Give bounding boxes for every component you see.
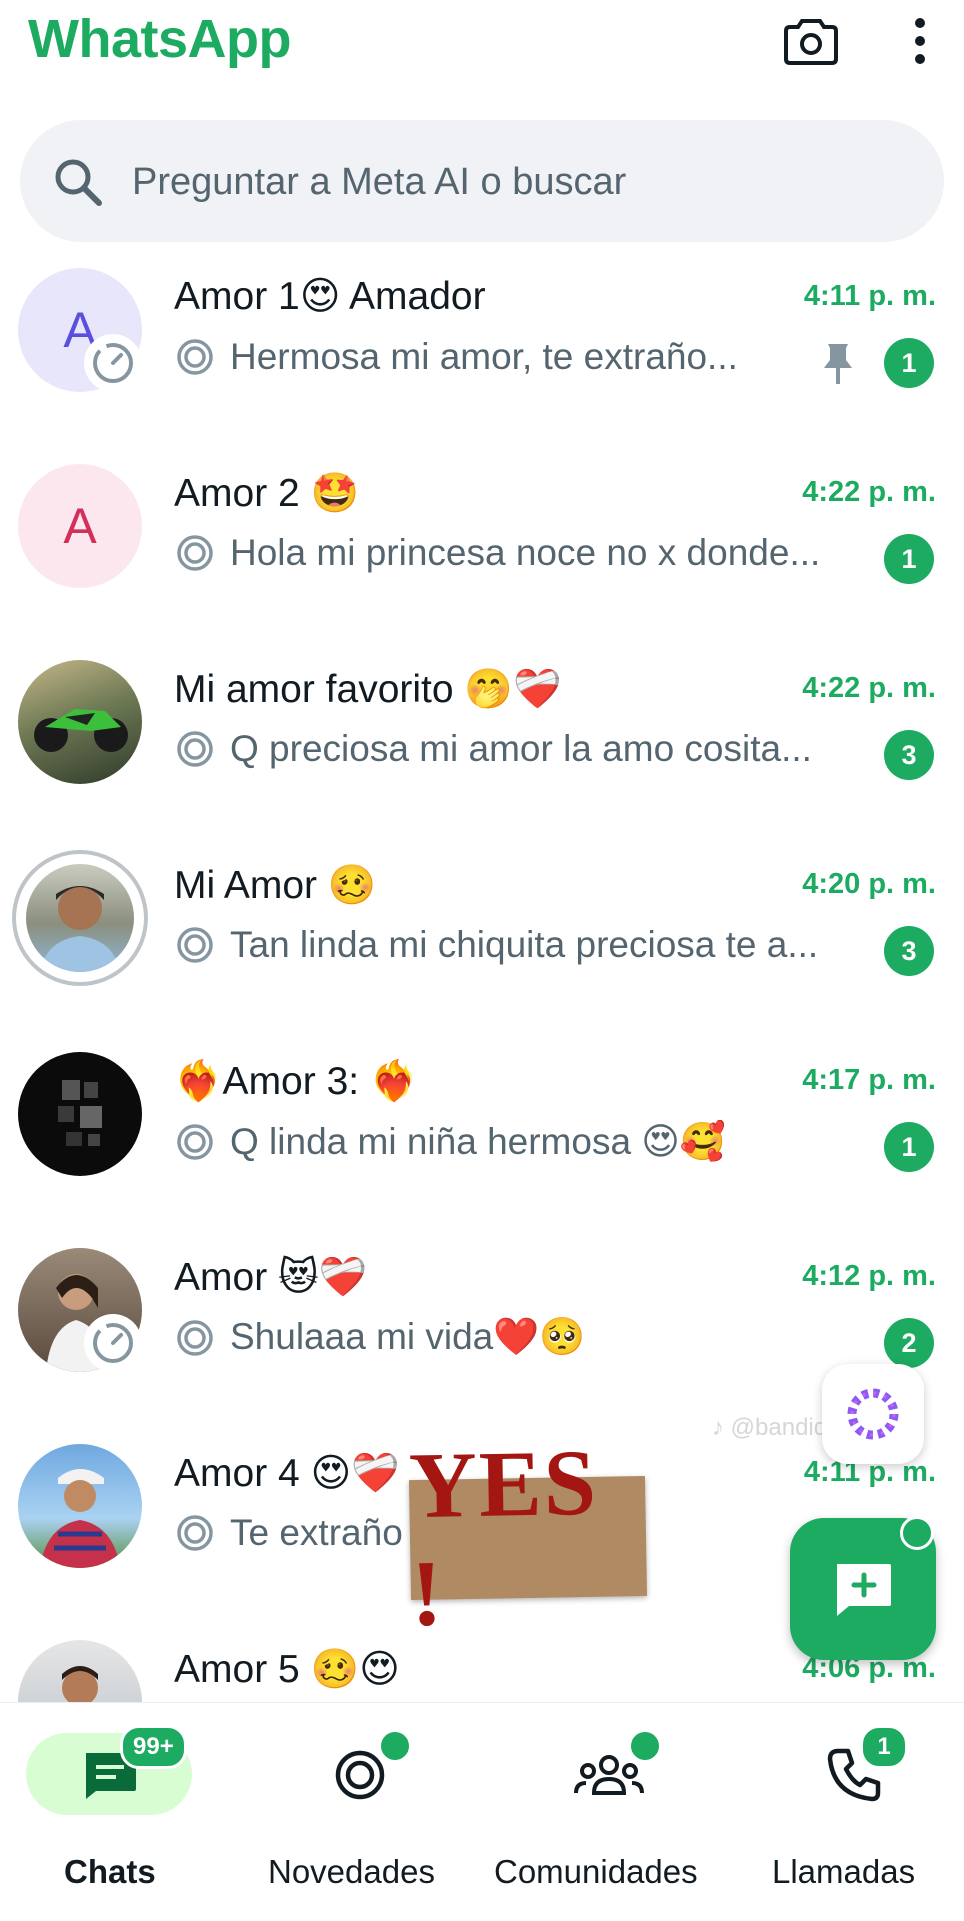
new-chat-button[interactable]: [790, 1516, 936, 1660]
chat-name: ❤️‍🔥Amor 3: ❤️‍🔥: [174, 1060, 419, 1103]
chat-time: 4:22 p. m.: [802, 476, 936, 508]
chat-row[interactable]: A Amor 1😍 Amador 4:11 p. m. Hermosa mi a…: [0, 260, 964, 456]
chat-name: Amor 2 🤩: [174, 472, 360, 515]
unread-badge: 3: [884, 730, 934, 780]
chat-name: Amor 1😍 Amador: [174, 275, 486, 318]
search-input[interactable]: [130, 150, 914, 214]
app-title: WhatsApp: [28, 9, 291, 69]
status-ring-icon: [177, 535, 213, 571]
search-bar[interactable]: [20, 120, 944, 242]
chat-preview-text: Hermosa mi amor, te extraño...: [230, 336, 738, 377]
chat-preview-text: Tan linda mi chiquita preciosa te a...: [230, 924, 819, 965]
unread-badge: 1: [884, 338, 934, 388]
status-ring-icon: [177, 339, 213, 375]
avatar[interactable]: A: [18, 464, 142, 588]
notification-dot: [628, 1729, 662, 1763]
missed-calls-badge: 1: [860, 1725, 908, 1769]
nav-updates[interactable]: Novedades: [250, 1703, 470, 1921]
chat-preview-text: Te extraño: [230, 1512, 403, 1553]
yes-sticker: YES !: [408, 1431, 648, 1646]
avatar[interactable]: [18, 1052, 142, 1176]
unread-count-badge: 99+: [120, 1725, 187, 1769]
chat-row[interactable]: A Amor 2 🤩 4:22 p. m. Hola mi princesa n…: [0, 456, 964, 652]
chat-name: Amor 5 🥴😍: [174, 1648, 400, 1691]
chat-time: 4:17 p. m.: [802, 1064, 936, 1096]
person-photo: [40, 1469, 120, 1568]
meta-ai-button[interactable]: [822, 1364, 924, 1464]
status-ring-icon: [177, 731, 213, 767]
chat-preview-text: Shulaaa mi vida❤️🥺: [230, 1316, 586, 1357]
chat-preview-text: Q preciosa mi amor la amo cosita...: [230, 728, 812, 769]
chat-preview: Hola mi princesa noce no x donde...: [174, 532, 834, 574]
more-vertical-icon: [915, 18, 925, 64]
nav-label: Llamadas: [772, 1853, 916, 1890]
meta-ai-icon: [847, 1388, 899, 1440]
chat-name: Mi Amor 🥴: [174, 864, 377, 907]
avatar[interactable]: [26, 864, 134, 972]
more-options-button[interactable]: [890, 8, 950, 74]
nav-communities[interactable]: Comunidades: [490, 1703, 730, 1921]
chat-row[interactable]: Mi Amor 🥴 4:20 p. m. Tan linda mi chiqui…: [0, 848, 964, 1044]
nav-label: Comunidades: [494, 1853, 698, 1890]
nav-chats[interactable]: 99+ Chats: [0, 1703, 220, 1921]
motorcycle-photo: [34, 709, 128, 752]
unread-badge: 3: [884, 926, 934, 976]
person-photo: [62, 1666, 98, 1702]
nav-label: Novedades: [268, 1853, 435, 1890]
chat-preview: Hermosa mi amor, te extraño...: [174, 336, 834, 378]
person-photo: [40, 886, 120, 972]
chat-preview: Tan linda mi chiquita preciosa te a...: [174, 924, 834, 966]
notification-dot: [900, 1516, 934, 1550]
chat-preview: Q linda mi niña hermosa 😍🥰: [174, 1120, 834, 1164]
chat-time: 4:20 p. m.: [802, 868, 936, 900]
status-indicator: [84, 1314, 142, 1372]
chat-row[interactable]: ❤️‍🔥Amor 3: ❤️‍🔥 4:17 p. m. Q linda mi n…: [0, 1044, 964, 1240]
camera-button[interactable]: [778, 8, 844, 74]
chat-preview: Shulaaa mi vida❤️🥺: [174, 1316, 834, 1359]
top-app-bar: WhatsApp: [0, 0, 964, 100]
avatar[interactable]: [18, 660, 142, 784]
avatar[interactable]: [18, 1444, 142, 1568]
chat-preview-text: Q linda mi niña hermosa 😍🥰: [230, 1121, 726, 1162]
chat-name: Amor 4 😍❤️‍🩹: [174, 1452, 400, 1495]
status-pending-icon: [93, 1323, 133, 1363]
dark-photo: [58, 1080, 102, 1146]
search-icon: [55, 159, 102, 206]
nav-label: Chats: [64, 1853, 156, 1890]
pin-icon: [824, 344, 852, 384]
camera-icon: [784, 19, 838, 65]
chat-time: 4:11 p. m.: [803, 280, 936, 312]
chat-row[interactable]: Mi amor favorito 🤭❤️‍🩹 4:22 p. m. Q prec…: [0, 652, 964, 848]
status-ring-icon: [177, 1515, 213, 1551]
unread-badge: 1: [884, 1122, 934, 1172]
avatar[interactable]: [18, 1640, 142, 1702]
chat-name: Mi amor favorito 🤭❤️‍🩹: [174, 668, 562, 711]
chat-row[interactable]: Amor 😻❤️‍🩹 4:12 p. m. Shulaaa mi vida❤️🥺…: [0, 1240, 964, 1436]
status-ring-icon: [177, 1319, 213, 1356]
nav-calls[interactable]: 1 Llamadas: [744, 1703, 964, 1921]
bottom-navigation: 99+ Chats Novedades Comunidades 1 Llamad…: [0, 1702, 964, 1921]
status-indicator: [84, 334, 142, 392]
unread-badge: 1: [884, 534, 934, 584]
chat-name: Amor 😻❤️‍🩹: [174, 1256, 368, 1299]
notification-dot: [378, 1729, 412, 1763]
status-ring-icon: [177, 927, 213, 963]
chat-time: 4:12 p. m.: [802, 1260, 936, 1292]
chat-preview-text: Hola mi princesa noce no x donde...: [230, 532, 821, 573]
status-pending-icon: [93, 343, 133, 383]
status-ring-icon: [177, 1124, 213, 1160]
new-chat-icon: [837, 1564, 891, 1616]
chat-time: 4:22 p. m.: [802, 672, 936, 704]
unread-badge: 2: [884, 1318, 934, 1368]
chat-preview: Q preciosa mi amor la amo cosita...: [174, 728, 834, 770]
